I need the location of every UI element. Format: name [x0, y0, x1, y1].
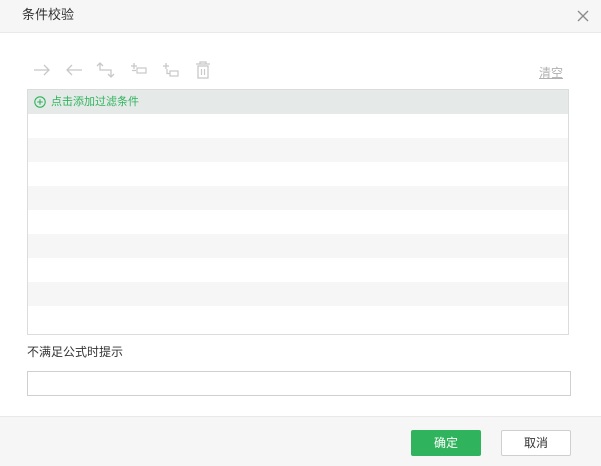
list-row — [28, 186, 568, 210]
formula-hint-label: 不满足公式时提示 — [27, 345, 124, 359]
add-filter-condition-button[interactable]: 点击添加过滤条件 — [28, 90, 568, 114]
add-above-icon[interactable] — [129, 60, 149, 80]
arrow-left-icon[interactable] — [64, 60, 84, 80]
confirm-button[interactable]: 确定 — [411, 430, 481, 456]
return-arrow-icon[interactable] — [96, 60, 116, 80]
formula-hint-input[interactable] — [27, 371, 571, 396]
clear-link[interactable]: 清空 — [539, 66, 563, 80]
dialog-footer: 确定 取消 — [0, 416, 601, 466]
list-row — [28, 234, 568, 258]
list-row — [28, 282, 568, 306]
dialog-header: 条件校验 — [0, 0, 601, 33]
add-filter-label: 点击添加过滤条件 — [51, 95, 139, 108]
condition-check-dialog: 条件校验 清空 点击添加过滤条件 不满足公式时提示 确定 取消 — [0, 0, 601, 466]
close-icon[interactable] — [574, 7, 592, 25]
list-row — [28, 138, 568, 162]
list-row — [28, 162, 568, 186]
add-below-icon[interactable] — [161, 60, 181, 80]
filter-condition-list: 点击添加过滤条件 — [27, 89, 569, 335]
list-row — [28, 114, 568, 138]
list-row — [28, 306, 568, 330]
dialog-title: 条件校验 — [22, 8, 75, 23]
list-row — [28, 210, 568, 234]
cancel-button[interactable]: 取消 — [501, 430, 571, 456]
plus-circle-icon — [34, 96, 46, 108]
arrow-right-icon[interactable] — [32, 60, 52, 80]
trash-icon[interactable] — [193, 60, 213, 80]
list-row — [28, 258, 568, 282]
